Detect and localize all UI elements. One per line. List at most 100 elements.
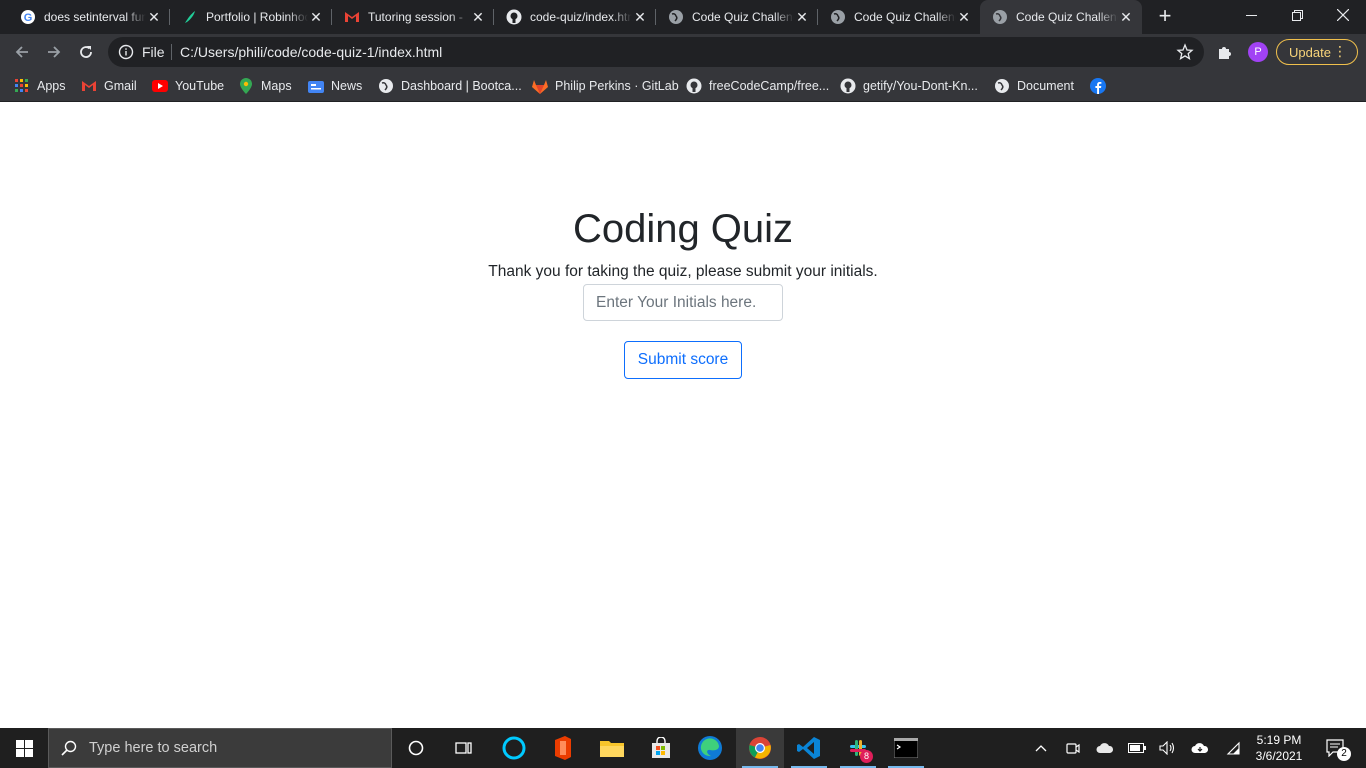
chevron-up-icon[interactable] <box>1030 728 1052 768</box>
address-bar[interactable]: File C:/Users/phili/code/code-quiz-1/ind… <box>108 37 1204 67</box>
camera-icon[interactable] <box>1062 728 1084 768</box>
quiz-message: Thank you for taking the quiz, please su… <box>488 263 878 280</box>
bookmark-gmail[interactable]: Gmail <box>81 76 137 96</box>
bookmark-label: Maps <box>261 79 292 93</box>
gmail-icon <box>344 9 360 25</box>
globe-icon <box>378 78 394 94</box>
file-explorer-icon[interactable] <box>588 728 636 768</box>
facebook-icon <box>1090 78 1106 94</box>
extensions-puzzle-icon[interactable] <box>1215 42 1235 62</box>
tab-7-active[interactable]: Code Quiz Challenge ✕ <box>980 0 1142 34</box>
url-text[interactable]: C:/Users/phili/code/code-quiz-1/index.ht… <box>180 44 442 60</box>
page-title: Coding Quiz <box>572 207 794 251</box>
bookmark-label: News <box>331 79 363 93</box>
cloud-sync-icon[interactable] <box>1189 728 1211 768</box>
tab-5[interactable]: Code Quiz Challenge ✕ <box>656 0 818 34</box>
bookmark-news[interactable]: News <box>308 76 362 96</box>
bookmark-label: getify/You-Dont-Kn... <box>863 79 978 93</box>
bookmark-label: Gmail <box>104 79 137 93</box>
volume-icon[interactable] <box>1157 728 1179 768</box>
back-arrow-icon[interactable] <box>8 38 36 66</box>
windows-taskbar: Type here to search 8 5:19 PM 3/6/2021 2 <box>0 728 1366 768</box>
store-icon[interactable] <box>637 728 685 768</box>
bookmark-getify[interactable]: getify/You-Dont-Kn... <box>840 76 978 96</box>
bookmark-gitlab[interactable]: Philip Perkins · GitLab <box>532 76 679 96</box>
windows-start-icon[interactable] <box>0 728 48 768</box>
close-icon[interactable]: ✕ <box>794 9 810 25</box>
tab-6[interactable]: Code Quiz Challenge ✕ <box>818 0 980 34</box>
close-icon[interactable]: ✕ <box>956 9 972 25</box>
chrome-icon[interactable] <box>736 728 784 768</box>
office-icon[interactable] <box>539 728 587 768</box>
bookmark-freecodecamp[interactable]: freeCodeCamp/free... <box>686 76 829 96</box>
close-icon[interactable]: ✕ <box>1118 9 1134 25</box>
browser-toolbar: File C:/Users/phili/code/code-quiz-1/ind… <box>0 34 1366 70</box>
update-button[interactable]: Update ⋮ <box>1276 39 1358 65</box>
close-icon[interactable]: ✕ <box>146 9 162 25</box>
forward-arrow-icon[interactable] <box>40 38 68 66</box>
github-icon <box>840 78 856 94</box>
tab-title: does setinterval function <box>44 10 146 24</box>
gitlab-icon <box>532 78 548 94</box>
bookmark-label: Apps <box>37 79 66 93</box>
page-viewport: Coding Quiz Thank you for taking the qui… <box>0 103 1366 728</box>
profile-avatar[interactable]: P <box>1248 42 1268 62</box>
onedrive-cloud-icon[interactable] <box>1094 728 1116 768</box>
battery-icon[interactable] <box>1126 728 1148 768</box>
scheme-label: File <box>142 44 165 60</box>
close-icon[interactable]: ✕ <box>632 9 648 25</box>
divider <box>171 44 172 60</box>
cortana-icon[interactable] <box>392 728 440 768</box>
restore-icon[interactable] <box>1274 0 1320 30</box>
bookmark-label: YouTube <box>175 79 225 93</box>
robinhood-feather-icon <box>182 9 198 25</box>
search-placeholder: Type here to search <box>89 740 218 756</box>
notifications-icon[interactable]: 2 <box>1318 728 1354 768</box>
edge-icon[interactable] <box>686 728 734 768</box>
close-icon[interactable]: ✕ <box>470 9 486 25</box>
more-vert-icon: ⋮ <box>1333 43 1347 59</box>
close-icon[interactable]: ✕ <box>308 9 324 25</box>
tab-4[interactable]: code-quiz/index.html ✕ <box>494 0 656 34</box>
bookmark-facebook[interactable] <box>1090 76 1113 96</box>
submit-score-button[interactable]: Submit score <box>624 341 742 379</box>
globe-icon <box>994 78 1010 94</box>
wifi-icon[interactable] <box>1222 728 1244 768</box>
tab-3[interactable]: Tutoring session - ✕ <box>332 0 494 34</box>
bookmark-dashboard[interactable]: Dashboard | Bootca... <box>378 76 522 96</box>
maps-pin-icon <box>238 78 254 94</box>
globe-icon <box>830 9 846 25</box>
taskbar-search[interactable]: Type here to search <box>48 728 392 768</box>
tab-title: Portfolio | Robinhood <box>206 10 308 24</box>
clock-date: 3/6/2021 <box>1255 749 1303 763</box>
bookmark-apps[interactable]: Apps <box>14 76 66 96</box>
bookmark-document[interactable]: Document <box>994 76 1074 96</box>
tab-title: code-quiz/index.html <box>530 10 632 24</box>
bookmark-star-icon[interactable] <box>1176 43 1194 61</box>
github-icon <box>506 9 522 25</box>
clock[interactable]: 5:19 PM 3/6/2021 <box>1248 732 1310 764</box>
minimize-icon[interactable] <box>1228 0 1274 30</box>
terminal-icon[interactable] <box>882 728 930 768</box>
bookmark-label: Dashboard | Bootca... <box>401 79 522 93</box>
initials-input[interactable] <box>583 284 783 321</box>
new-tab-button[interactable]: + <box>1153 5 1177 29</box>
reload-icon[interactable] <box>72 38 100 66</box>
bookmark-youtube[interactable]: YouTube <box>152 76 224 96</box>
tab-1[interactable]: G does setinterval function ✕ <box>8 0 170 34</box>
alexa-icon[interactable] <box>490 728 538 768</box>
info-icon[interactable] <box>118 44 134 60</box>
bookmarks-bar: Apps Gmail YouTube Maps News Dashboard |… <box>0 70 1366 102</box>
github-icon <box>686 78 702 94</box>
apps-grid-icon <box>14 78 30 94</box>
slack-badge: 8 <box>860 750 873 763</box>
tab-title: Code Quiz Challenge <box>1016 10 1118 24</box>
slack-icon[interactable]: 8 <box>834 728 882 768</box>
browser-tab-strip: G does setinterval function ✕ Portfolio … <box>0 0 1366 34</box>
google-icon: G <box>20 9 36 25</box>
vscode-icon[interactable] <box>785 728 833 768</box>
task-view-icon[interactable] <box>440 728 488 768</box>
window-close-icon[interactable] <box>1320 0 1366 30</box>
bookmark-maps[interactable]: Maps <box>238 76 292 96</box>
tab-2[interactable]: Portfolio | Robinhood ✕ <box>170 0 332 34</box>
